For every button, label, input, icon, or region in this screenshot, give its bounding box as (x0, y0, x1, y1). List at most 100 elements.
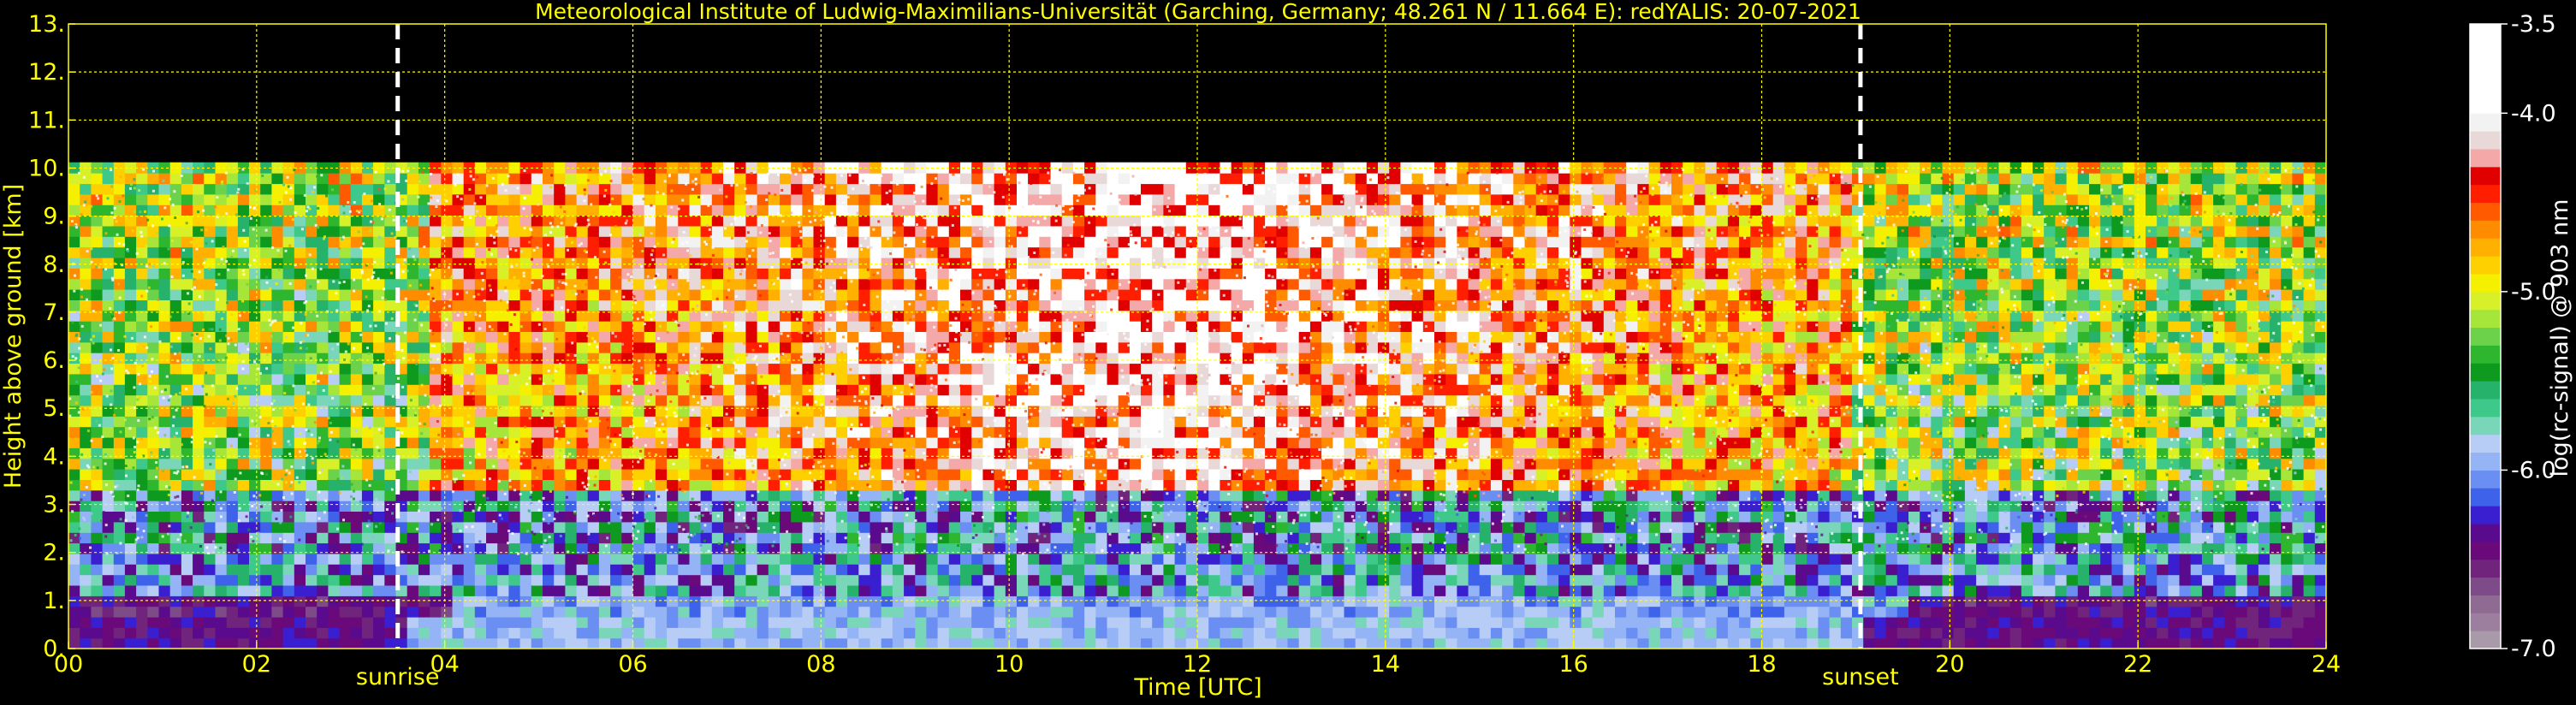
heatmap-cell (1084, 575, 1096, 586)
heatmap-cell (971, 342, 983, 353)
heatmap-cell (159, 183, 171, 194)
heatmap-cell (554, 595, 566, 607)
heatmap-cell (407, 607, 419, 618)
heatmap-cell (610, 384, 622, 395)
heatmap-cell (193, 459, 205, 470)
heatmap-cell (960, 501, 972, 512)
heatmap-cell (181, 490, 193, 501)
heatmap-cell (543, 447, 555, 459)
heatmap-cell (103, 501, 115, 512)
heatmap-cell (407, 459, 419, 470)
heatmap-cell (994, 607, 1006, 618)
heatmap-cell (938, 532, 950, 543)
heatmap-cell (249, 627, 261, 638)
heatmap-cell (870, 627, 882, 638)
heatmap-cell (1130, 299, 1142, 311)
heatmap-cell (91, 268, 103, 279)
heatmap-cell (610, 564, 622, 575)
heatmap-cell (825, 585, 837, 596)
heatmap-cell (531, 226, 543, 237)
heatmap-cell (1152, 352, 1164, 364)
heatmap-cell (238, 437, 250, 448)
heatmap-cell (1197, 173, 1209, 184)
heatmap-cell (1254, 268, 1266, 279)
heatmap-cell (68, 321, 80, 332)
heatmap-cell (1095, 447, 1107, 459)
heatmap-cell (870, 554, 882, 565)
heatmap-cell (283, 268, 295, 279)
heatmap-cell (881, 342, 893, 353)
heatmap-cell (464, 299, 476, 311)
heatmap-cell (543, 627, 555, 638)
heatmap-cell (340, 490, 352, 501)
heatmap-cell (1051, 226, 1063, 237)
heatmap-cell (475, 395, 487, 406)
heatmap-cell (757, 501, 769, 512)
heatmap-cell (125, 585, 137, 596)
heatmap-cell (464, 554, 476, 565)
heatmap-cell (1186, 258, 1198, 269)
heatmap-cell (667, 585, 679, 596)
heatmap-cell (1152, 437, 1164, 448)
heatmap-cell (407, 258, 419, 269)
heatmap-cell (1141, 173, 1153, 184)
heatmap-cell (1141, 459, 1153, 470)
heatmap-cell (68, 226, 80, 237)
heatmap-cell (475, 173, 487, 184)
heatmap-cell (1107, 299, 1119, 311)
heatmap-cell (554, 617, 566, 628)
heatmap-cell (971, 194, 983, 205)
heatmap-cell (1119, 226, 1131, 237)
heatmap-cell (825, 173, 837, 184)
heatmap-cell (712, 490, 724, 501)
heatmap-cell (870, 236, 882, 247)
heatmap-cell (1197, 554, 1209, 565)
heatmap-cell (678, 469, 690, 480)
heatmap-cell (610, 247, 622, 258)
heatmap-cell (656, 395, 668, 406)
heatmap-cell (1265, 469, 1277, 480)
heatmap-cell (418, 575, 430, 586)
heatmap-cell (1073, 247, 1085, 258)
heatmap-cell (847, 268, 859, 279)
heatmap-cell (633, 236, 645, 247)
heatmap-cell (430, 532, 442, 543)
heatmap-cell (294, 554, 306, 565)
heatmap-cell (791, 406, 803, 417)
heatmap-cell (1073, 384, 1085, 395)
heatmap-cell (543, 406, 555, 417)
heatmap-cell (745, 321, 757, 332)
heatmap-cell (734, 406, 746, 417)
heatmap-cell (1051, 363, 1063, 374)
heatmap-cell (554, 331, 566, 342)
heatmap-cell (1186, 511, 1198, 522)
heatmap-cell (1265, 268, 1277, 279)
heatmap-cell (734, 501, 746, 512)
heatmap-cell (1062, 585, 1074, 596)
heatmap-cell (1028, 342, 1040, 353)
heatmap-cell (294, 204, 306, 216)
heatmap-cell (1197, 490, 1209, 501)
heatmap-cell (136, 384, 148, 395)
heatmap-cell (114, 459, 126, 470)
heatmap-cell (136, 469, 148, 480)
heatmap-cell (825, 268, 837, 279)
heatmap-cell (430, 469, 442, 480)
heatmap-cell (577, 194, 589, 205)
heatmap-cell (870, 532, 882, 543)
heatmap-cell (340, 374, 352, 385)
heatmap-cell (1197, 437, 1209, 448)
heatmap-cell (723, 627, 735, 638)
heatmap-cell (1130, 595, 1142, 607)
heatmap-cell (949, 204, 961, 216)
heatmap-cell (938, 299, 950, 311)
heatmap-cell (340, 268, 352, 279)
heatmap-cell (554, 289, 566, 300)
heatmap-cell (904, 194, 916, 205)
heatmap-cell (1107, 183, 1119, 194)
heatmap-cell (633, 511, 645, 522)
heatmap-cell (814, 501, 826, 512)
heatmap-cell (1028, 564, 1040, 575)
heatmap-cell (960, 532, 972, 543)
heatmap-cell (475, 352, 487, 364)
